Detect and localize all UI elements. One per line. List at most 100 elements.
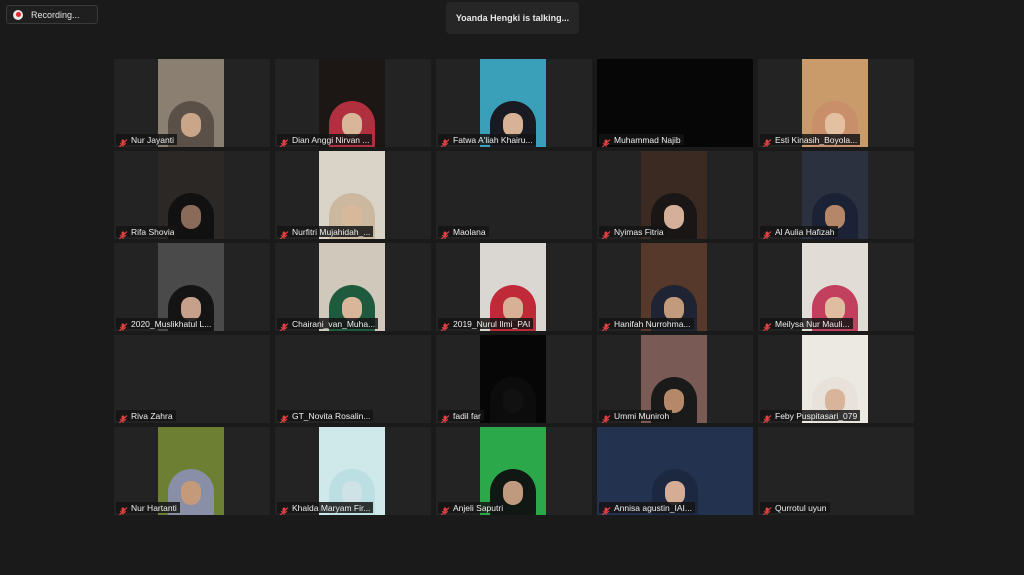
participant-name-bar: Esti Kinasih_Boyola... (760, 134, 861, 147)
muted-mic-icon (762, 411, 772, 423)
participant-tile[interactable]: fadil far (436, 335, 592, 423)
participant-tile[interactable]: Dian Anggi Nirvan ... (275, 59, 431, 147)
muted-mic-icon (279, 319, 289, 331)
muted-mic-icon (440, 227, 450, 239)
participant-tile[interactable]: Riva Zahra (114, 335, 270, 423)
participant-name-bar: Nur Jayanti (116, 134, 177, 147)
participant-name-bar: Dian Anggi Nirvan ... (277, 134, 373, 147)
participant-name-bar: 2019_Nurul Ilmi_PAI (438, 318, 534, 331)
muted-mic-icon (601, 503, 611, 515)
participant-name-bar: Muhammad Najib (599, 134, 684, 147)
participant-tile[interactable]: Anjeli Saputri (436, 427, 592, 515)
participant-name: Nur Hartanti (131, 502, 177, 513)
participant-name: Dian Anggi Nirvan ... (292, 134, 370, 145)
participant-tile[interactable]: Nur Hartanti (114, 427, 270, 515)
participant-tile[interactable]: Muhammad Najib (597, 59, 753, 147)
participant-name: Chairani_van_Muha... (292, 318, 376, 329)
muted-mic-icon (762, 227, 772, 239)
muted-mic-icon (118, 135, 128, 147)
participant-name: Khalda Maryam Fir... (292, 502, 371, 513)
participant-name: Esti Kinasih_Boyola... (775, 134, 858, 145)
participant-name: Hanifah Nurrohma... (614, 318, 691, 329)
participant-name-bar: 2020_Muslikhatul L... (116, 318, 215, 331)
participant-name-bar: Chairani_van_Muha... (277, 318, 379, 331)
muted-mic-icon (762, 503, 772, 515)
participant-tile[interactable]: Nyimas Fitria (597, 151, 753, 239)
participant-tile[interactable]: GT_Novita Rosalin... (275, 335, 431, 423)
participant-name-bar: Nurfitri Mujahidah_... (277, 226, 374, 239)
participant-tile[interactable]: Khalda Maryam Fir... (275, 427, 431, 515)
muted-mic-icon (762, 319, 772, 331)
participant-name-bar: Al Aulia Hafizah (760, 226, 838, 239)
participant-name: Al Aulia Hafizah (775, 226, 835, 237)
participant-name-bar: Rifa Shovia (116, 226, 178, 239)
participant-name: Nur Jayanti (131, 134, 174, 145)
participant-tile[interactable]: Al Aulia Hafizah (758, 151, 914, 239)
participant-tile[interactable]: Annisa agustin_IAI... (597, 427, 753, 515)
muted-mic-icon (601, 227, 611, 239)
participant-tile[interactable]: Qurrotul uyun (758, 427, 914, 515)
participant-name: Rifa Shovia (131, 226, 175, 237)
participant-name-bar: Ummi Muniroh (599, 410, 673, 423)
participant-tile[interactable]: Nurfitri Mujahidah_... (275, 151, 431, 239)
participant-name-bar: Nur Hartanti (116, 502, 180, 515)
participant-tile[interactable]: 2019_Nurul Ilmi_PAI (436, 243, 592, 331)
participant-name-bar: Annisa agustin_IAI... (599, 502, 695, 515)
participant-tile[interactable]: Rifa Shovia (114, 151, 270, 239)
participant-name: Nurfitri Mujahidah_... (292, 226, 371, 237)
participant-tile[interactable]: Maolana (436, 151, 592, 239)
active-speaker-indicator: Yoanda Hengki is talking... (446, 2, 579, 34)
participant-tile[interactable]: Feby Puspitasari_079 (758, 335, 914, 423)
participant-silhouette (490, 377, 536, 423)
muted-mic-icon (440, 503, 450, 515)
muted-mic-icon (440, 319, 450, 331)
muted-mic-icon (118, 503, 128, 515)
recording-label: Recording... (31, 9, 80, 20)
participant-name-bar: Riva Zahra (116, 410, 176, 423)
participant-name-bar: Feby Puspitasari_079 (760, 410, 861, 423)
participant-tile[interactable]: Meilysa Nur Mauli... (758, 243, 914, 331)
muted-mic-icon (762, 135, 772, 147)
participant-name: Maolana (453, 226, 486, 237)
participant-name: Ummi Muniroh (614, 410, 670, 421)
participant-name-bar: Anjeli Saputri (438, 502, 507, 515)
participant-name-bar: fadil far (438, 410, 484, 423)
muted-mic-icon (601, 411, 611, 423)
muted-mic-icon (118, 411, 128, 423)
participant-tile[interactable]: Chairani_van_Muha... (275, 243, 431, 331)
participant-name: Anjeli Saputri (453, 502, 504, 513)
participant-name-bar: Maolana (438, 226, 489, 239)
muted-mic-icon (118, 319, 128, 331)
participant-name: GT_Novita Rosalin... (292, 410, 371, 421)
participant-name: Fatwa A'liah Khairu... (453, 134, 533, 145)
participant-name-bar: Hanifah Nurrohma... (599, 318, 694, 331)
participant-tile[interactable]: Fatwa A'liah Khairu... (436, 59, 592, 147)
participant-name: fadil far (453, 410, 481, 421)
muted-mic-icon (279, 503, 289, 515)
participant-name: Riva Zahra (131, 410, 173, 421)
participant-name: Meilysa Nur Mauli... (775, 318, 850, 329)
participant-name: Annisa agustin_IAI... (614, 502, 692, 513)
participant-name: 2019_Nurul Ilmi_PAI (453, 318, 531, 329)
participant-name: Feby Puspitasari_079 (775, 410, 858, 421)
participant-tile[interactable]: Hanifah Nurrohma... (597, 243, 753, 331)
participant-name-bar: Fatwa A'liah Khairu... (438, 134, 536, 147)
muted-mic-icon (440, 135, 450, 147)
muted-mic-icon (601, 319, 611, 331)
muted-mic-icon (118, 227, 128, 239)
participant-video (480, 335, 546, 423)
participant-name-bar: Meilysa Nur Mauli... (760, 318, 853, 331)
participant-name-bar: GT_Novita Rosalin... (277, 410, 374, 423)
participant-name-bar: Nyimas Fitria (599, 226, 667, 239)
gallery-grid: Nur Jayanti Dian Anggi Nirvan ... Fatwa A'… (114, 59, 914, 515)
participant-tile[interactable]: Esti Kinasih_Boyola... (758, 59, 914, 147)
participant-name-bar: Khalda Maryam Fir... (277, 502, 374, 515)
participant-tile[interactable]: Nur Jayanti (114, 59, 270, 147)
participant-tile[interactable]: 2020_Muslikhatul L... (114, 243, 270, 331)
participant-name: Nyimas Fitria (614, 226, 664, 237)
muted-mic-icon (440, 411, 450, 423)
participant-tile[interactable]: Ummi Muniroh (597, 335, 753, 423)
participant-name: 2020_Muslikhatul L... (131, 318, 212, 329)
recording-indicator[interactable]: Recording... (6, 5, 98, 24)
muted-mic-icon (601, 135, 611, 147)
